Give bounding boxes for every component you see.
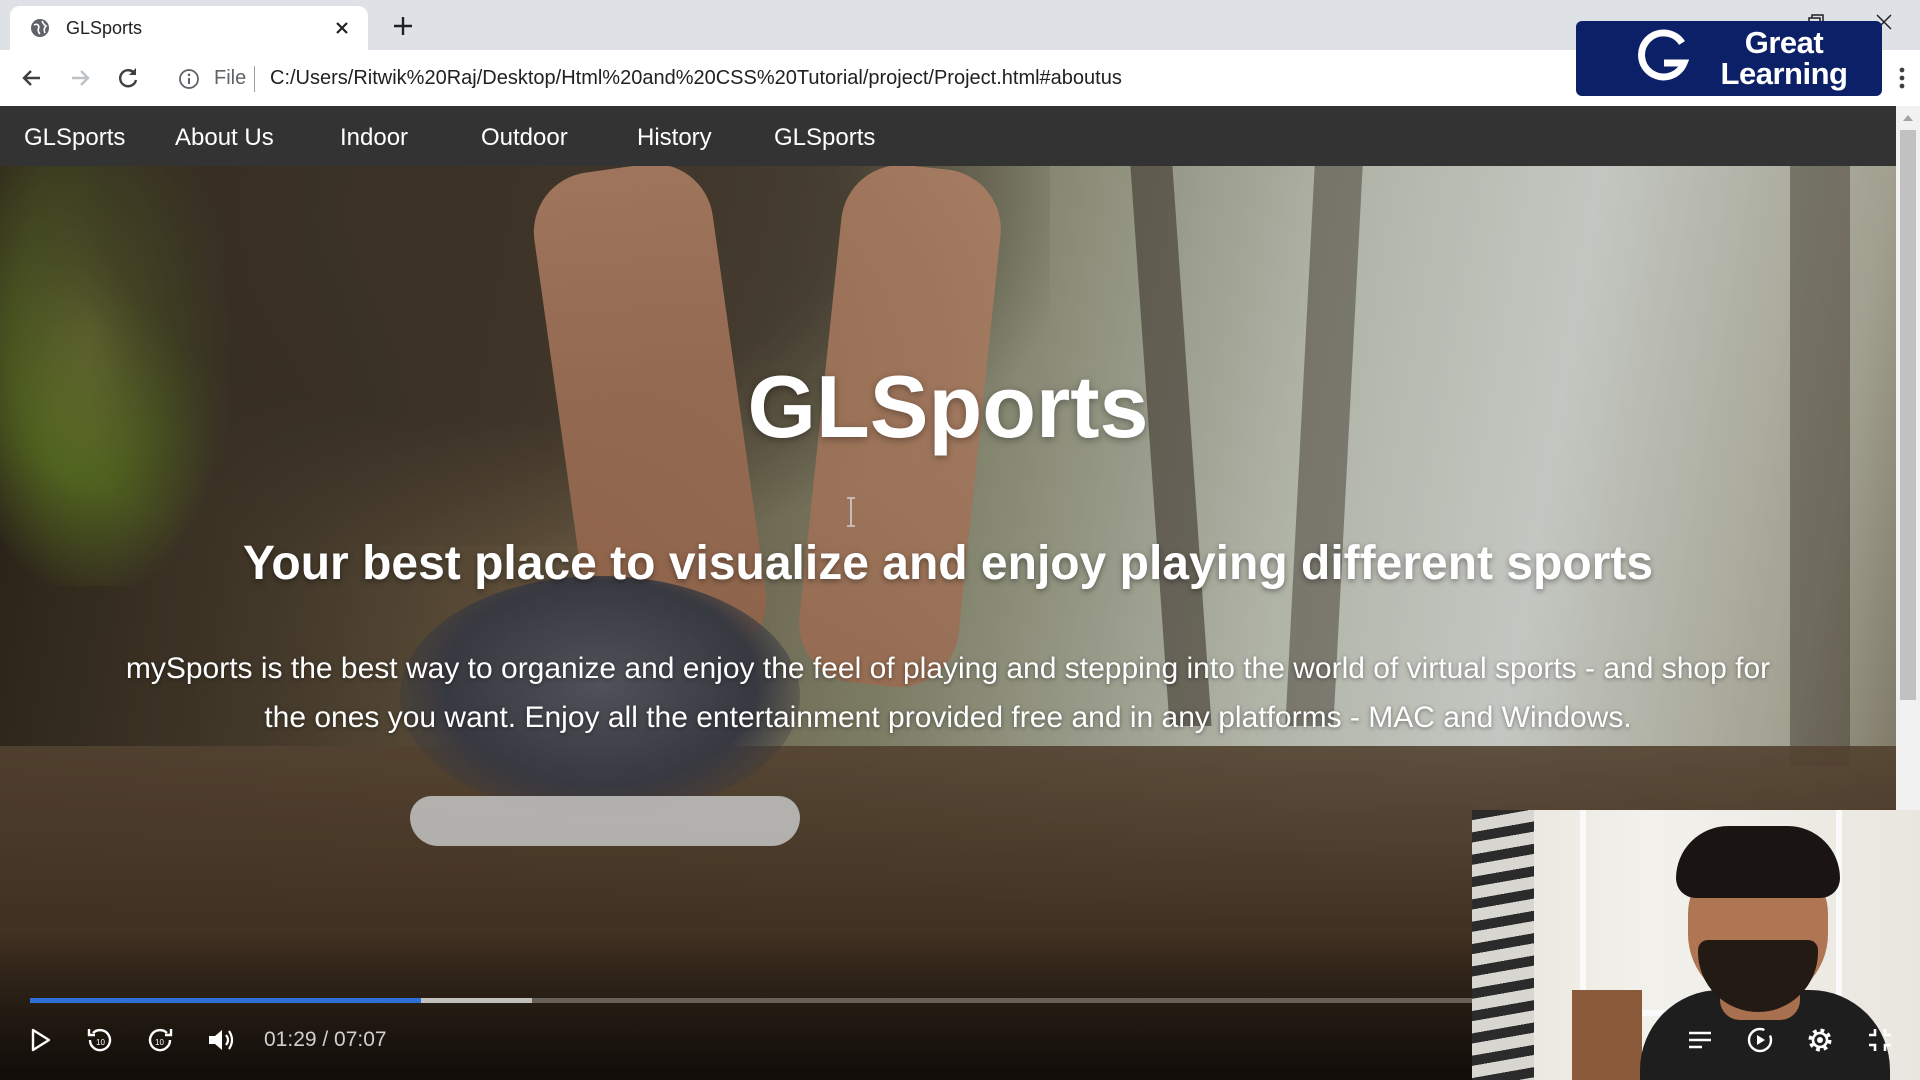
url-text[interactable]: C:/Users/Ritwik%20Raj/Desktop/Html%20and… [270,67,1122,90]
hero-title: GLSports [747,357,1149,456]
address-separator [254,66,255,92]
nav-link-indoor[interactable]: Indoor [340,124,408,152]
tab-title: GLSports [66,18,143,38]
speed-icon[interactable] [1744,1024,1776,1056]
text-cursor-icon [847,497,855,527]
hero-subtitle: Your best place to visualize and enjoy p… [242,537,1654,590]
exit-fullscreen-icon[interactable] [1864,1024,1896,1056]
reload-icon[interactable] [114,64,142,92]
browser-tab[interactable]: GLSports [10,6,368,50]
file-scheme-label: File [214,67,247,89]
forward-arrow-icon[interactable] [66,64,94,92]
play-icon[interactable] [24,1024,56,1056]
nav-link-glsports[interactable]: GLSports [774,124,875,152]
hero-description: mySports is the best way to organize and… [80,644,1816,742]
volume-icon[interactable] [204,1024,236,1056]
new-tab-plus-icon[interactable] [390,13,416,39]
svg-text:10: 10 [96,1038,105,1047]
brand-wordmark: Great Learning [1720,25,1848,91]
rewind-10-icon[interactable]: 10 [84,1024,116,1056]
scrollbar-thumb[interactable] [1900,130,1916,700]
settings-gear-icon[interactable] [1804,1024,1836,1056]
presenter-hair [1676,826,1840,898]
g-logo-icon [1638,29,1690,81]
browser-menu-icon[interactable] [1888,64,1916,92]
nav-link-home[interactable]: GLSports [24,124,125,152]
site-navbar: GLSports About Us Indoor Outdoor History… [0,106,1896,166]
globe-icon [31,19,49,37]
webcam-shelf [1572,990,1642,1080]
hero-description-line: mySports is the best way to organize and… [125,652,1771,685]
nav-link-history[interactable]: History [637,124,712,152]
site-info-icon[interactable] [178,68,200,90]
captions-icon[interactable] [1684,1024,1716,1056]
video-timecode: 01:29 / 07:07 [264,1028,387,1051]
nav-link-outdoor[interactable]: Outdoor [481,124,568,152]
scroll-up-arrow-icon[interactable] [1902,112,1914,124]
great-learning-logo: Great Learning [1576,21,1882,96]
forward-10-icon[interactable]: 10 [144,1024,176,1056]
back-arrow-icon[interactable] [18,64,46,92]
address-bar[interactable]: File C:/Users/Ritwik%20Raj/Desktop/Html%… [168,56,1578,100]
hero-description-line: the ones you want. Enjoy all the enterta… [264,701,1632,734]
nav-link-about-us[interactable]: About Us [175,124,274,152]
video-played-bar [30,998,421,1003]
svg-text:10: 10 [155,1038,164,1047]
webcam-curtain [1472,810,1534,1080]
close-tab-icon[interactable] [332,18,352,38]
